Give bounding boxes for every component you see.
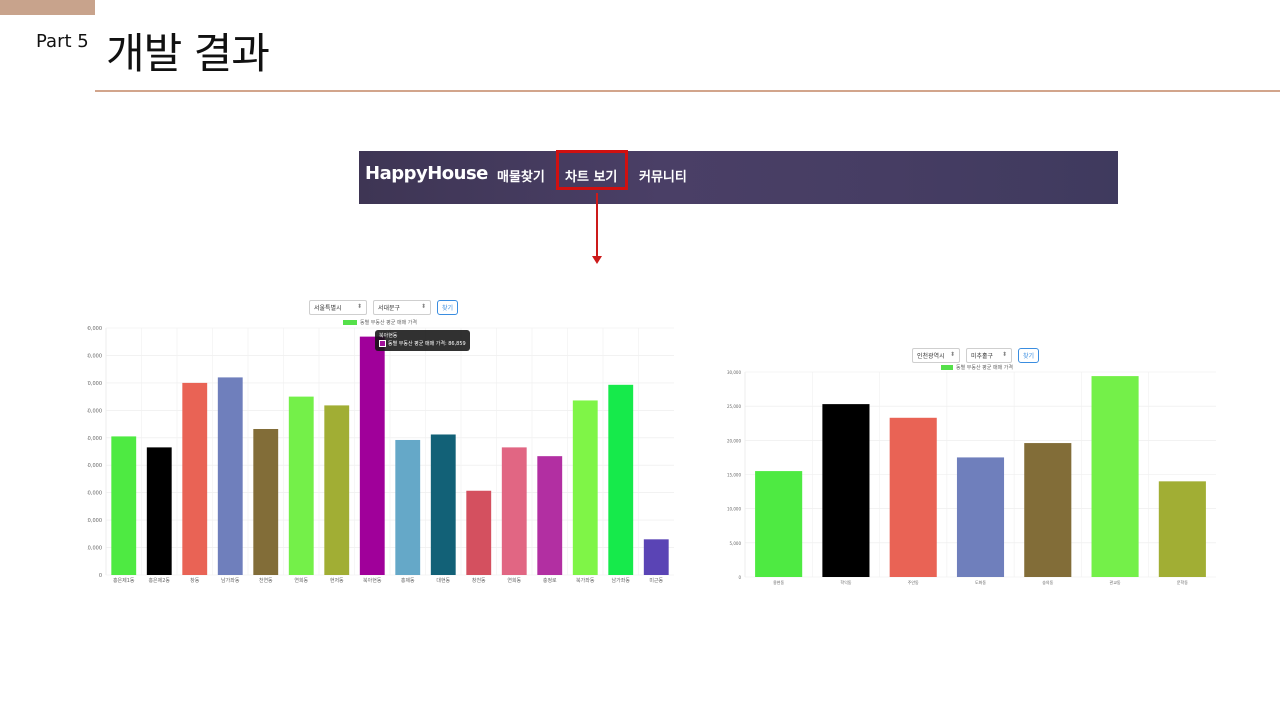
bar: [822, 404, 870, 577]
accent-block: [0, 0, 95, 15]
y-tick-label: 80,000: [87, 353, 102, 359]
tooltip-swatch: [379, 340, 386, 347]
bar: [1091, 376, 1139, 577]
x-tick-label: 도화동: [975, 579, 986, 585]
y-tick-label: 20,000: [727, 438, 741, 443]
bar: [608, 384, 634, 575]
bar: [501, 447, 527, 575]
bar: [755, 471, 803, 577]
bar: [956, 457, 1005, 577]
x-tick-label: 학익동: [840, 579, 851, 585]
tooltip-body: 동별 부동산 평균 매매 가격: 86,859: [388, 341, 466, 347]
x-tick-label: 용현동: [773, 579, 784, 585]
y-tick-label: 5,000: [730, 541, 742, 546]
x-tick-label: 창동: [190, 577, 200, 584]
x-tick-label: 대현동: [436, 577, 450, 584]
x-tick-label: 북가좌동: [576, 577, 595, 584]
y-tick-label: 50,000: [87, 436, 102, 442]
bar: [1158, 481, 1206, 577]
tooltip-title: 북아현동: [379, 333, 398, 339]
y-tick-label: 15,000: [727, 473, 741, 478]
bar: [395, 439, 421, 575]
y-tick-label: 40,000: [87, 463, 102, 469]
bar: [537, 456, 563, 575]
y-tick-label: 90,000: [87, 326, 102, 332]
x-tick-label: 현저동: [330, 577, 344, 584]
x-tick-label: 홍은제2동: [148, 577, 170, 584]
part-label: Part 5: [36, 31, 89, 52]
y-tick-label: 30,000: [87, 491, 102, 497]
x-tick-label: 홍은제1동: [113, 577, 135, 584]
chart-tooltip: 북아현동 동별 부동산 평균 매매 가격: 86,859: [375, 330, 470, 351]
bar: [217, 377, 243, 575]
bar: [182, 382, 208, 575]
y-tick-label: 10,000: [727, 507, 741, 512]
x-tick-label: 충정로: [543, 577, 557, 584]
x-tick-label: 천연동: [259, 577, 273, 584]
bar: [146, 447, 172, 575]
bar: [253, 428, 279, 575]
x-tick-label: 홍제동: [401, 577, 415, 584]
x-tick-label: 연희동: [507, 577, 521, 584]
y-tick-label: 20,000: [87, 518, 102, 524]
x-tick-label: 관교동: [1110, 579, 1121, 585]
y-tick-label: 60,000: [87, 408, 102, 414]
bar: [430, 434, 456, 575]
nav-item-community[interactable]: 커뮤니티: [639, 166, 687, 185]
title-divider: [95, 90, 1280, 92]
bar: [889, 417, 937, 577]
arrow-line: [596, 193, 598, 258]
tooltip-body-row: 동별 부동산 평균 매매 가격: 86,859: [379, 340, 466, 348]
right-bar-chart: 0 5,000 10,000 15,000 20,000 25,000 30,000 용현동 학…: [727, 370, 1216, 585]
bar: [572, 400, 598, 575]
bar: [111, 436, 137, 575]
bar: [324, 405, 350, 575]
y-tick-label: 70,000: [87, 381, 102, 387]
x-tick-label: 남가좌동: [221, 577, 240, 584]
slide-title: 개발 결과: [106, 29, 270, 78]
right-chart-panel: 인천광역시 ⬍ 미추홀구 ⬍ 찾기 동별 부동산 평균 매매 가격 0 5,000 10…: [725, 340, 1220, 595]
x-tick-label: 주안동: [908, 579, 919, 585]
chart-menu-highlight: [556, 150, 628, 190]
x-tick-label: 남가좌동: [612, 577, 631, 584]
navbar: HappyHouse 매물찾기 차트 보기 커뮤니티: [359, 151, 1118, 204]
x-tick-label: 미근동: [649, 577, 663, 584]
y-tick-label: 10,000: [87, 546, 102, 552]
brand-logo[interactable]: HappyHouse: [365, 163, 488, 184]
bar: [1024, 443, 1072, 577]
x-tick-label: 연희동: [294, 577, 308, 584]
y-tick-label: 25,000: [727, 404, 741, 409]
y-tick-label: 30,000: [727, 370, 741, 375]
bar: [359, 336, 385, 575]
x-tick-label: 북아현동: [363, 577, 382, 584]
x-tick-label: 문학동: [1177, 579, 1188, 585]
y-tick-label: 0: [99, 573, 102, 579]
y-tick-label: 0: [738, 575, 741, 580]
nav-item-find-listing[interactable]: 매물찾기: [497, 166, 545, 185]
bar: [288, 396, 314, 575]
x-tick-label: 숭의동: [1042, 579, 1053, 585]
bar: [466, 490, 492, 575]
bar: [643, 539, 669, 575]
x-tick-label: 창천동: [472, 577, 486, 584]
left-chart-panel: 서울특별시⬍ 서대문구⬍ 찾기 동별 부동산 평균 매매 가격 010,0002…: [87, 290, 677, 600]
arrow-down-icon: [592, 256, 602, 264]
